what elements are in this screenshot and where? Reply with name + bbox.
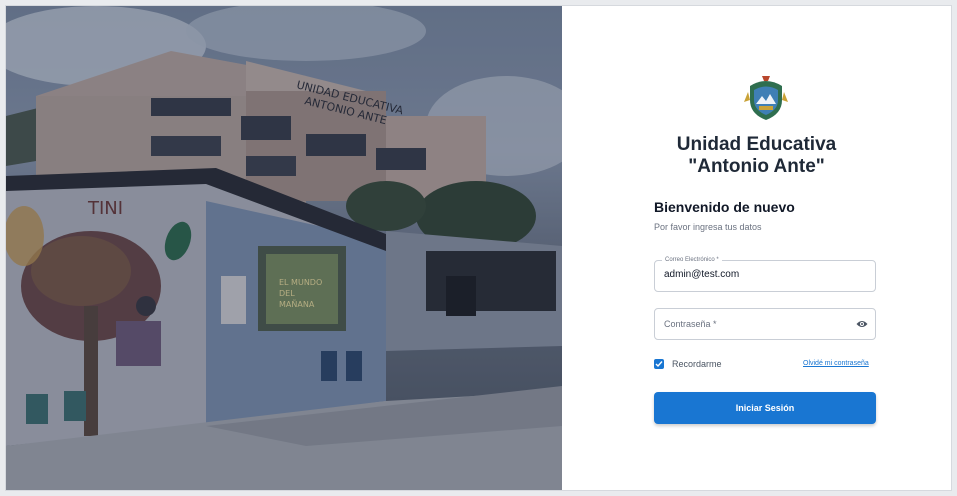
remember-checkbox[interactable]: [654, 359, 664, 369]
remember-label: Recordarme: [672, 359, 722, 369]
password-field[interactable]: Contraseña *: [654, 308, 876, 340]
school-name-line2: "Antonio Ante": [688, 156, 825, 177]
eye-icon[interactable]: [856, 319, 868, 329]
welcome-subtitle: Por favor ingresa tus datos: [654, 222, 762, 232]
forgot-password-link[interactable]: Olvidé mi contraseña: [803, 360, 869, 367]
remember-me[interactable]: Recordarme: [654, 359, 722, 369]
welcome-heading: Bienvenido de nuevo: [654, 199, 795, 215]
school-photo: UNIDAD EDUCATIVA ANTONIO ANTE TINI EL MU…: [6, 6, 562, 490]
email-input[interactable]: [664, 269, 844, 280]
check-icon: [655, 361, 663, 368]
login-panel: Unidad Educativa "Antonio Ante" Bienveni…: [562, 6, 951, 490]
email-label: Correo Electrónico *: [662, 255, 722, 265]
login-button[interactable]: Iniciar Sesión: [654, 392, 876, 424]
school-name-line1: Unidad Educativa: [676, 134, 837, 155]
login-page: UNIDAD EDUCATIVA ANTONIO ANTE TINI EL MU…: [6, 6, 951, 490]
password-placeholder: Contraseña *: [664, 319, 717, 329]
school-crest-icon: [744, 76, 788, 120]
email-field[interactable]: Correo Electrónico *: [654, 255, 876, 292]
photo-dark-overlay: [6, 6, 562, 490]
